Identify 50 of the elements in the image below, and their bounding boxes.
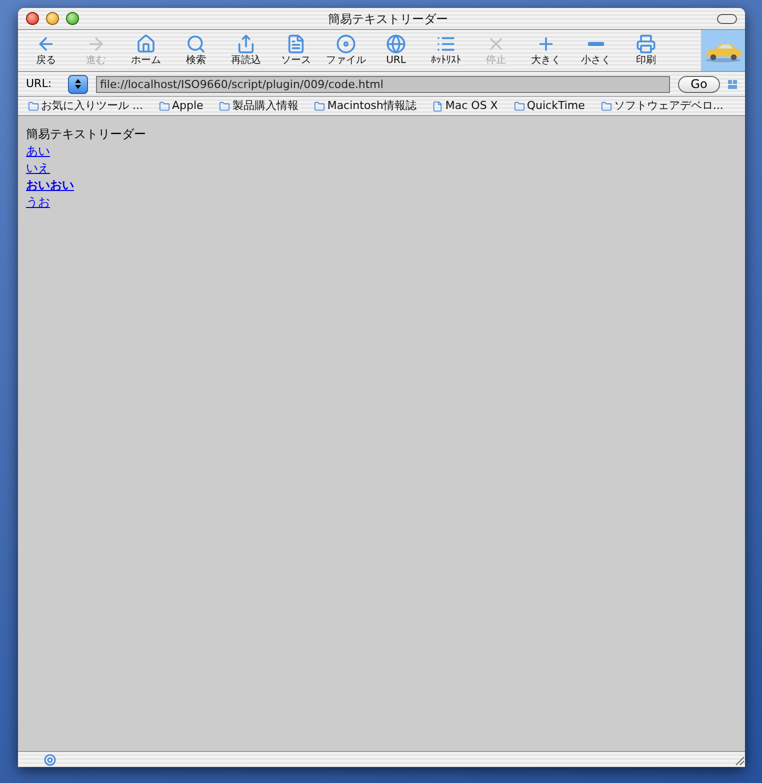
text-link[interactable]: いえ — [26, 160, 50, 177]
bookmark-item[interactable]: QuickTime — [514, 98, 585, 114]
home-icon — [136, 34, 156, 54]
toolbar-button[interactable]: 戻る — [21, 30, 71, 71]
search-icon — [186, 34, 206, 54]
toolbar-button[interactable]: ファイル — [321, 30, 371, 71]
small-grid-icon — [728, 80, 737, 88]
toolbar-button[interactable]: 検索 — [171, 30, 221, 71]
minus-icon — [588, 42, 604, 46]
minimize-button[interactable] — [46, 12, 59, 25]
resize-grip-icon[interactable] — [733, 754, 745, 766]
text-link[interactable]: おいおい — [26, 177, 74, 194]
folder-icon — [159, 100, 170, 112]
page-icon — [432, 100, 444, 112]
toolbar-button[interactable]: ﾎｯﾄﾘｽﾄ — [421, 30, 471, 71]
page-heading: 簡易テキストリーダー — [26, 126, 146, 143]
bookmark-item[interactable]: ソフトウェアデベロ... — [600, 98, 724, 114]
toolbar-toggle-button[interactable] — [717, 14, 737, 24]
zoom-button[interactable] — [66, 12, 79, 25]
folder-icon — [600, 100, 612, 112]
text-link[interactable]: うお — [26, 194, 50, 211]
go-button[interactable]: Go — [678, 76, 720, 92]
toolbar-button[interactable]: ソース — [271, 30, 321, 71]
document-icon — [286, 34, 306, 54]
bookmark-item[interactable]: Apple — [159, 98, 204, 114]
toolbar-button[interactable]: 小さく — [571, 30, 621, 71]
bookmark-item[interactable]: お気に入りツール ... — [28, 98, 143, 114]
text-link[interactable]: あい — [26, 143, 50, 160]
url-label: URL: — [26, 76, 53, 92]
bookmark-item[interactable]: Mac OS X — [432, 98, 498, 114]
toolbar-button[interactable]: URL — [371, 30, 421, 71]
toolbar-button[interactable]: ホーム — [121, 30, 171, 71]
folder-icon — [314, 100, 326, 112]
printer-icon — [636, 34, 656, 54]
folder-icon — [514, 100, 525, 112]
url-field[interactable]: file://localhost/ISO9660/script/plugin/009/code.html — [96, 76, 670, 92]
close-button[interactable] — [26, 12, 39, 25]
toolbar-button[interactable]: 印刷 — [621, 30, 671, 71]
status-indicator-icon — [44, 754, 56, 766]
history-dropdown-button[interactable] — [68, 74, 88, 94]
folder-icon — [219, 100, 230, 112]
folder-icon — [28, 100, 39, 112]
up-down-arrows-icon — [75, 79, 81, 89]
bookmark-item[interactable]: Macintosh情報誌 — [314, 98, 416, 114]
window-title: 簡易テキストリーダー — [327, 10, 449, 28]
globe-icon — [386, 34, 406, 54]
disc-icon — [336, 34, 356, 54]
bookmark-item[interactable]: 製品購入情報 — [219, 98, 298, 114]
toolbar-button[interactable]: 大きく — [521, 30, 571, 71]
toolbar-button[interactable]: 再読込 — [221, 30, 271, 71]
